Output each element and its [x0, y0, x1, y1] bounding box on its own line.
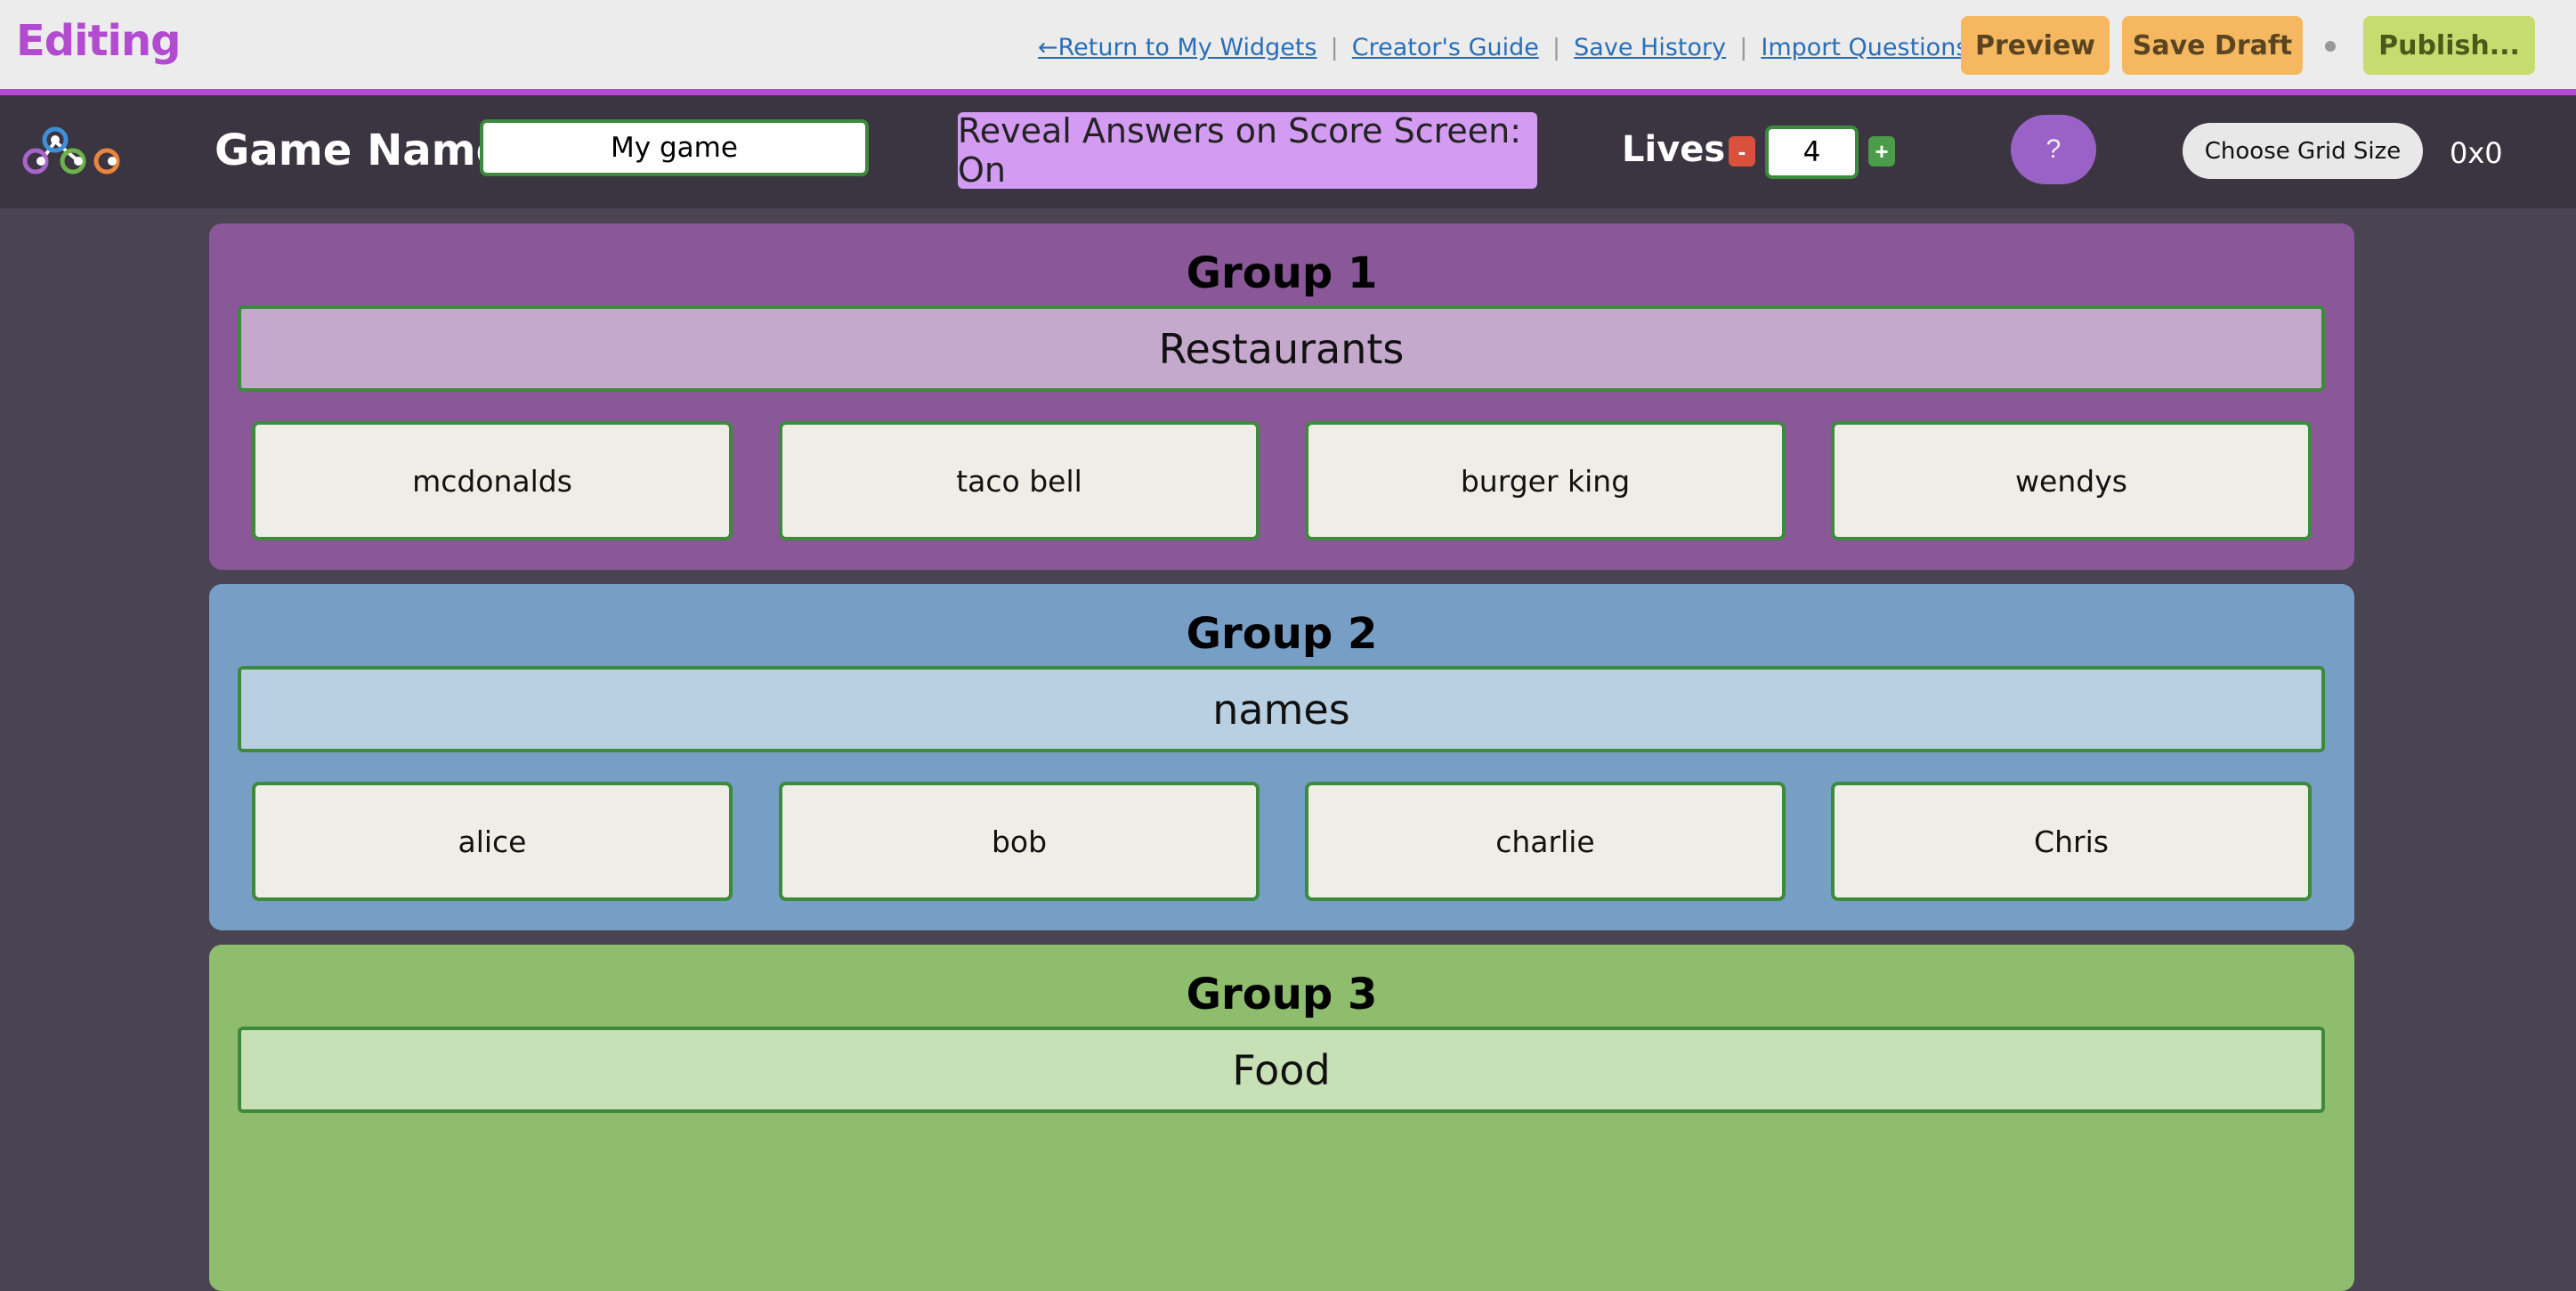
group-title: Group 2: [1186, 609, 1378, 659]
lives-input[interactable]: [1765, 126, 1859, 179]
group-item-input[interactable]: [252, 421, 733, 540]
choose-grid-size-button[interactable]: Choose Grid Size: [2183, 123, 2423, 179]
group-item-input[interactable]: [252, 782, 733, 901]
group-title: Group 1: [1186, 248, 1378, 298]
separator-dot: [2325, 41, 2336, 52]
app-logo-icon: [22, 126, 120, 175]
import-questions-link[interactable]: Import Questions...: [1761, 34, 1991, 61]
group-item-input[interactable]: [1831, 782, 2312, 901]
lives-decrement-button[interactable]: -: [1729, 136, 1755, 166]
editing-title: Editing: [16, 16, 182, 66]
creators-guide-link[interactable]: Creator's Guide: [1352, 34, 1539, 61]
publish-button[interactable]: Publish...: [2363, 16, 2535, 75]
top-links: ←Return to My Widgets | Creator's Guide …: [1038, 29, 2026, 65]
group-item-input[interactable]: [1831, 421, 2312, 540]
game-settings-bar: Game Name Reveal Answers on Score Screen…: [0, 95, 2576, 208]
preview-button[interactable]: Preview: [1961, 16, 2110, 75]
group-name-input[interactable]: [238, 1027, 2325, 1113]
group-item-input[interactable]: [779, 421, 1260, 540]
game-name-label: Game Name: [215, 126, 506, 175]
reveal-answers-toggle[interactable]: Reveal Answers on Score Screen: On: [958, 111, 1537, 190]
group-card: Group 2: [209, 584, 2354, 930]
group-item-input[interactable]: [1305, 782, 1786, 901]
grid-size-readout: 0x0: [2450, 136, 2503, 170]
lives-label: Lives: [1622, 129, 1726, 170]
group-item-input[interactable]: [1305, 421, 1786, 540]
group-card: Group 1: [209, 223, 2354, 570]
group-card: Group 3: [209, 945, 2354, 1291]
editor-topbar: Editing ←Return to My Widgets | Creator'…: [0, 0, 2576, 95]
save-history-link[interactable]: Save History: [1574, 34, 1726, 61]
help-button[interactable]: ?: [2011, 115, 2096, 184]
game-name-input[interactable]: [480, 119, 869, 176]
lives-increment-button[interactable]: +: [1868, 136, 1895, 166]
group-title: Group 3: [1186, 970, 1378, 1019]
group-name-input[interactable]: [238, 305, 2325, 392]
link-separator: |: [1740, 33, 1747, 61]
link-separator: |: [1331, 33, 1338, 61]
group-item-input[interactable]: [779, 782, 1260, 901]
link-separator: |: [1552, 33, 1560, 61]
group-name-input[interactable]: [238, 666, 2325, 752]
return-to-widgets-link[interactable]: ←Return to My Widgets: [1038, 34, 1317, 61]
save-draft-button[interactable]: Save Draft: [2122, 16, 2303, 75]
